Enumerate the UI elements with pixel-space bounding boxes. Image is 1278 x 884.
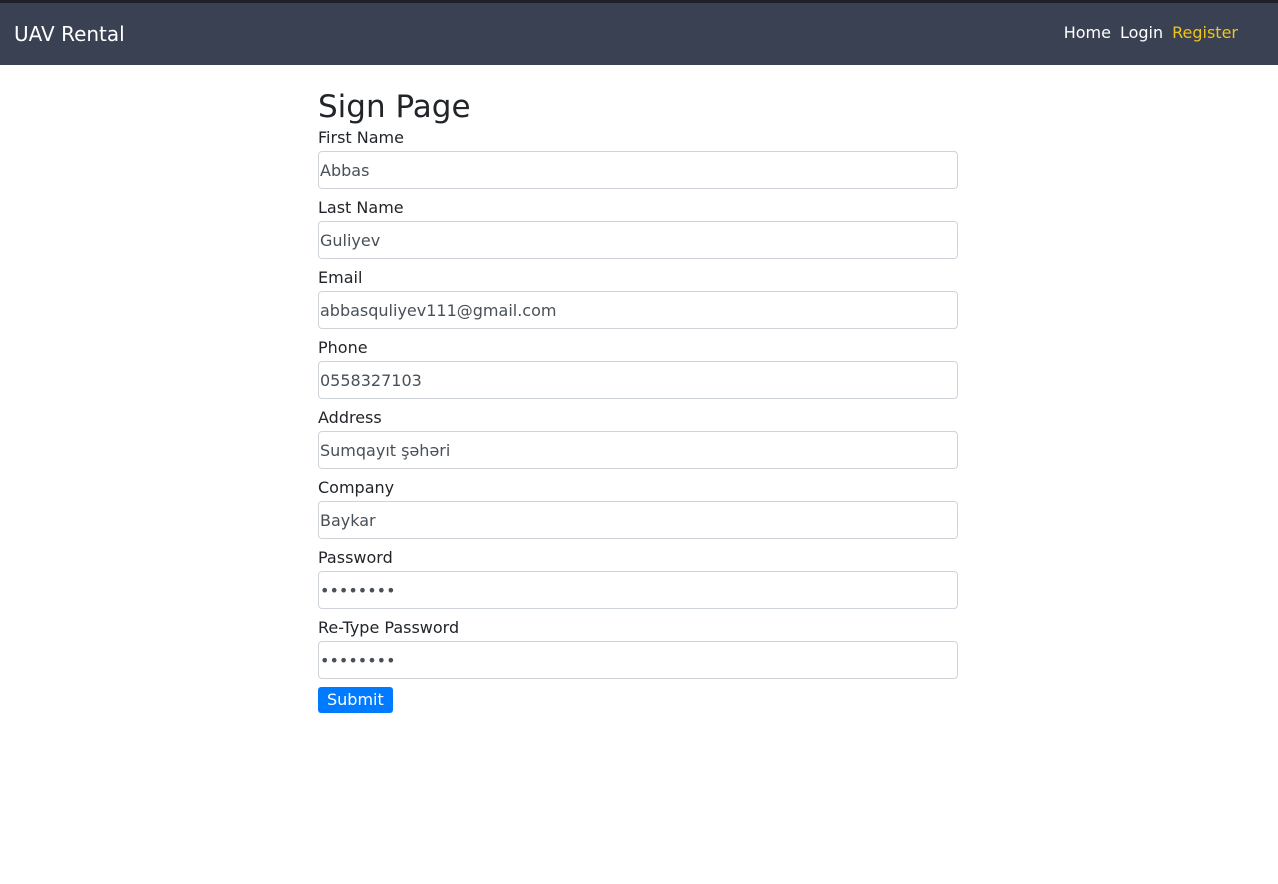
retype-password-field: Re-Type Password [318,616,958,686]
last-name-input[interactable] [318,221,958,259]
company-label: Company [318,478,395,497]
nav-link-login[interactable]: Login [1120,23,1163,43]
sign-form: First Name Last Name Email Phone Address… [318,126,958,713]
password-label: Password [318,548,393,567]
address-label: Address [318,408,382,427]
password-input[interactable] [318,571,958,609]
email-input[interactable] [318,291,958,329]
address-input[interactable] [318,431,958,469]
first-name-field: First Name [318,126,958,196]
last-name-field: Last Name [318,196,958,266]
page-title: Sign Page [318,89,471,125]
password-field: Password [318,546,958,616]
email-label: Email [318,268,363,287]
first-name-input[interactable] [318,151,958,189]
first-name-label: First Name [318,128,404,147]
email-field: Email [318,266,958,336]
phone-input[interactable] [318,361,958,399]
phone-label: Phone [318,338,368,357]
nav-link-register[interactable]: Register [1172,23,1238,43]
company-field: Company [318,476,958,546]
navbar: UAV Rental Home Login Register [0,3,1278,65]
submit-button[interactable]: Submit [318,687,393,713]
address-field: Address [318,406,958,476]
nav-links: Home Login Register [1064,23,1238,43]
brand-link[interactable]: UAV Rental [14,21,125,47]
retype-password-input[interactable] [318,641,958,679]
last-name-label: Last Name [318,198,404,217]
phone-field: Phone [318,336,958,406]
company-input[interactable] [318,501,958,539]
sign-form-container: Sign Page First Name Last Name Email Pho… [318,88,958,713]
nav-link-home[interactable]: Home [1064,23,1111,43]
retype-password-label: Re-Type Password [318,618,460,637]
